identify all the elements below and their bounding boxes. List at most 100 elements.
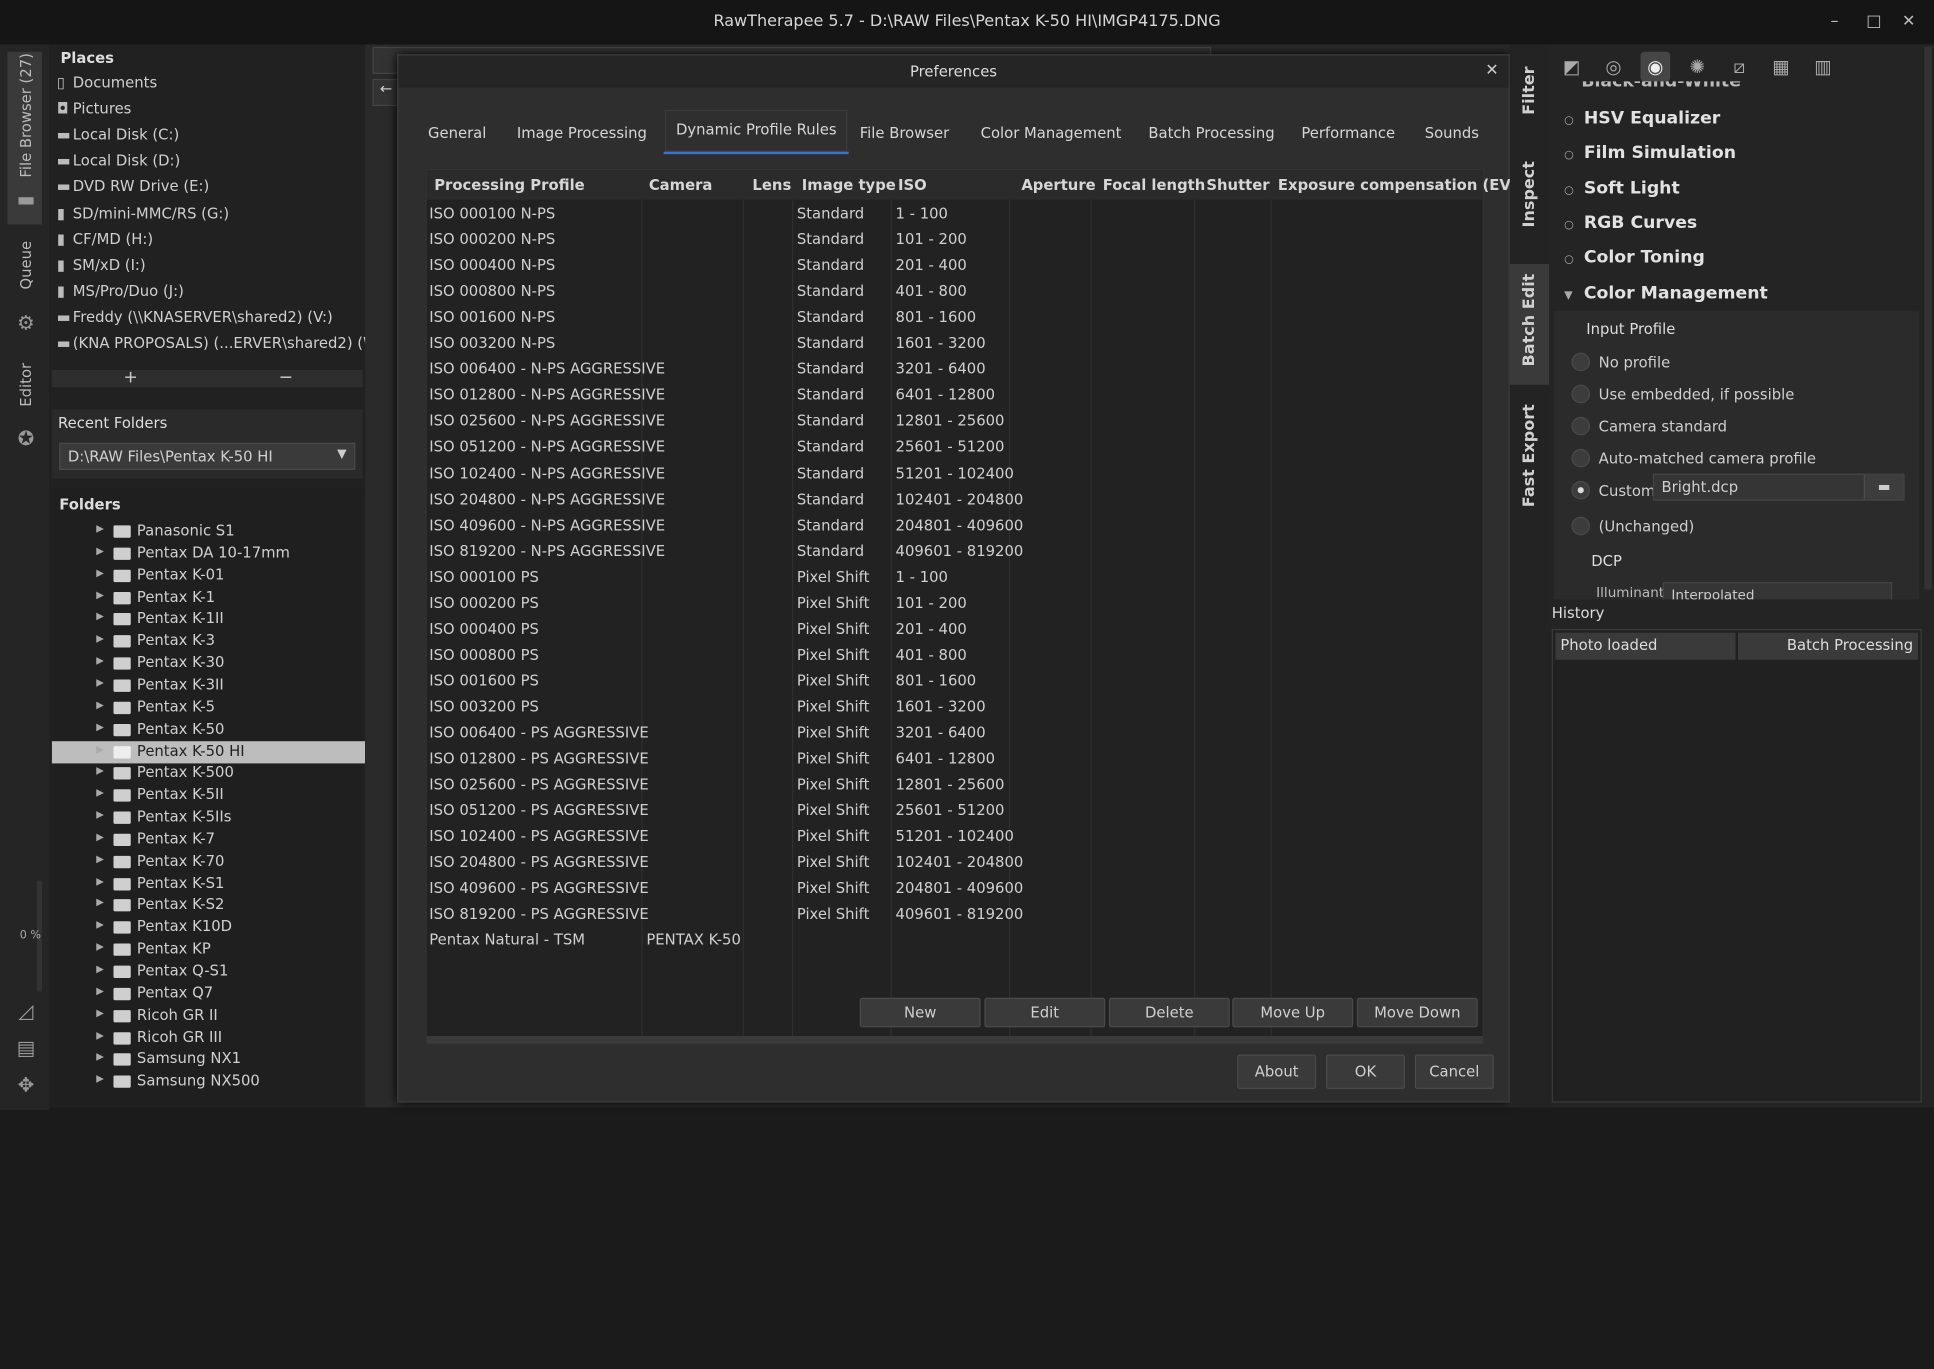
table-row[interactable]: ISO 819200 - N-PS AGGRESSIVE Standard 4096…: [427, 537, 1483, 563]
column-header[interactable]: Exposure compensation (EV): [1278, 176, 1518, 193]
table-row[interactable]: ISO 051200 - N-PS AGGRESSIVE Standard 2560…: [427, 433, 1483, 459]
table-row[interactable]: ISO 000200 N-PS Standard 101 - 200: [427, 226, 1483, 252]
place-item[interactable]: ▮ SD/mini-MMC/RS (G:): [57, 204, 229, 221]
expand-arrow-icon[interactable]: ▶: [96, 567, 104, 578]
expand-arrow-icon[interactable]: ▶: [96, 765, 104, 776]
folder-item[interactable]: ▶ Pentax K-S1: [52, 873, 365, 895]
expand-arrow-icon[interactable]: ▶: [96, 831, 104, 842]
place-item[interactable]: ▬ Local Disk (C:): [57, 126, 179, 143]
folder-item[interactable]: ▶ Pentax K-5IIs: [52, 807, 365, 829]
table-row[interactable]: ISO 000200 PS Pixel Shift 101 - 200: [427, 589, 1483, 615]
send-to-editor-icon[interactable]: ◿: [15, 999, 37, 1022]
table-row[interactable]: ISO 006400 - PS AGGRESSIVE Pixel Shift 320…: [427, 719, 1483, 745]
expand-arrow-icon[interactable]: ▶: [96, 523, 104, 534]
radio-button[interactable]: [1571, 416, 1590, 436]
open-file-icon[interactable]: ▬: [1863, 474, 1904, 500]
table-row[interactable]: ISO 003200 N-PS Standard 1601 - 3200: [427, 330, 1483, 356]
cancel-button[interactable]: Cancel: [1414, 1054, 1494, 1090]
history-photo-loaded[interactable]: Photo loaded: [1555, 632, 1736, 660]
expand-arrow-icon[interactable]: ▶: [96, 919, 104, 930]
expand-arrow-icon[interactable]: ▶: [96, 589, 104, 600]
column-header[interactable]: Focal length: [1103, 176, 1206, 193]
tab-performance[interactable]: Performance: [1301, 125, 1395, 142]
place-item[interactable]: ▬ DVD RW Drive (E:): [57, 178, 209, 195]
new-button[interactable]: New: [859, 997, 981, 1028]
folder-item[interactable]: ▶ Panasonic S1: [52, 520, 365, 542]
expand-arrow-icon[interactable]: ▶: [96, 809, 104, 820]
expand-arrow-icon[interactable]: ▶: [96, 699, 104, 710]
expand-arrow-icon[interactable]: ▶: [96, 1007, 104, 1018]
tool-color-management[interactable]: ▼ Color Management: [1564, 283, 1768, 303]
table-row[interactable]: ISO 102400 - N-PS AGGRESSIVE Standard 5120…: [427, 459, 1483, 485]
column-header[interactable]: Image type: [802, 176, 896, 193]
place-item[interactable]: ▮ MS/Pro/Duo (J:): [57, 282, 184, 299]
place-item[interactable]: ▬ (KNA PROPOSALS) (...ERVER\shared2) (W:): [57, 334, 388, 351]
dynamic-profile-rules-table[interactable]: Processing Profile Camera Lens Image type IS…: [425, 168, 1518, 1045]
move-up-button[interactable]: Move Up: [1232, 997, 1354, 1028]
tab-general[interactable]: General: [428, 125, 486, 142]
tab-batch-processing[interactable]: Batch Processing: [1148, 125, 1274, 142]
folder-item[interactable]: ▶ Pentax K-3II: [52, 675, 365, 697]
folder-item[interactable]: ▶ Pentax K-5: [52, 697, 365, 719]
folder-item[interactable]: ▶ Pentax K-7: [52, 829, 365, 851]
tool-rgb-curves[interactable]: ○ RGB Curves: [1564, 213, 1697, 233]
expand-arrow-icon[interactable]: ▶: [96, 985, 104, 996]
table-row[interactable]: ISO 204800 - PS AGGRESSIVE Pixel Shift 102…: [427, 849, 1483, 875]
folder-item[interactable]: ▶ Pentax K-70: [52, 851, 365, 873]
tool-hsv-equalizer[interactable]: ○ HSV Equalizer: [1564, 109, 1720, 129]
ok-button[interactable]: OK: [1326, 1054, 1405, 1090]
close-button[interactable]: ✕: [1902, 12, 1915, 30]
folder-item[interactable]: ▶ Pentax K-5II: [52, 785, 365, 807]
tab-file-browser[interactable]: File Browser: [860, 125, 949, 142]
table-row[interactable]: ISO 000800 N-PS Standard 401 - 800: [427, 278, 1483, 304]
transform-icon[interactable]: ⧄: [1724, 52, 1754, 82]
expand-arrow-icon[interactable]: ▶: [96, 787, 104, 798]
horizontal-scrollbar[interactable]: [426, 1035, 1483, 1044]
expand-arrow-icon[interactable]: ▶: [96, 963, 104, 974]
history-batch-processing[interactable]: Batch Processing: [1738, 632, 1919, 660]
column-header[interactable]: Lens: [752, 176, 791, 193]
back-button[interactable]: ←: [372, 78, 400, 107]
folder-item[interactable]: ▶ Pentax K-50 HI: [51, 740, 366, 763]
move-icon[interactable]: ✥: [15, 1073, 37, 1096]
maximize-button[interactable]: □: [1866, 12, 1881, 30]
delete-button[interactable]: Delete: [1108, 997, 1230, 1028]
table-row[interactable]: ISO 000100 PS Pixel Shift 1 - 100: [427, 563, 1483, 589]
expand-arrow-icon[interactable]: ▶: [96, 875, 104, 886]
advanced-icon[interactable]: ✺: [1682, 52, 1712, 82]
radio-button[interactable]: [1571, 516, 1590, 536]
table-row[interactable]: ISO 102400 - PS AGGRESSIVE Pixel Shift 512…: [427, 823, 1483, 849]
table-row[interactable]: ISO 000800 PS Pixel Shift 401 - 800: [427, 641, 1483, 667]
folder-item[interactable]: ▶ Pentax K-01: [52, 564, 365, 586]
expand-arrow-icon[interactable]: ▶: [96, 655, 104, 666]
tab-color-management[interactable]: Color Management: [981, 125, 1122, 142]
tool-color-toning[interactable]: ○ Color Toning: [1564, 248, 1705, 268]
dialog-close-button[interactable]: ✕: [1485, 62, 1498, 80]
folder-item[interactable]: ▶ Pentax K-1II: [52, 608, 365, 630]
expand-arrow-icon[interactable]: ▶: [96, 743, 104, 754]
expand-arrow-icon[interactable]: ▶: [96, 1029, 104, 1040]
radio-button[interactable]: [1571, 448, 1590, 468]
history-list[interactable]: Photo loaded Batch Processing: [1551, 628, 1922, 1103]
expand-arrow-icon[interactable]: ▶: [96, 897, 104, 908]
folder-item[interactable]: ▶ Pentax DA 10-17mm: [52, 542, 365, 564]
folder-item[interactable]: ▶ Pentax K10D: [52, 917, 365, 939]
place-item[interactable]: ▮ SM/xD (I:): [57, 256, 146, 273]
table-row[interactable]: ISO 000100 N-PS Standard 1 - 100: [427, 200, 1483, 226]
expand-arrow-icon[interactable]: ▶: [96, 677, 104, 688]
table-row[interactable]: ISO 025600 - N-PS AGGRESSIVE Standard 1280…: [427, 407, 1483, 433]
folder-item[interactable]: ▶ Pentax K-1: [52, 586, 365, 608]
expand-arrow-icon[interactable]: ▶: [96, 853, 104, 864]
folder-item[interactable]: ▶ Pentax K-30: [52, 653, 365, 675]
table-row[interactable]: ISO 409600 - PS AGGRESSIVE Pixel Shift 204…: [427, 875, 1483, 901]
detail-icon[interactable]: ◎: [1599, 52, 1629, 82]
tab-dynamic-profile-rules[interactable]: Dynamic Profile Rules: [663, 109, 850, 155]
color-icon[interactable]: ◉: [1640, 51, 1671, 82]
table-row[interactable]: ISO 409600 - N-PS AGGRESSIVE Standard 2048…: [427, 511, 1483, 537]
table-row[interactable]: ISO 012800 - PS AGGRESSIVE Pixel Shift 640…: [427, 745, 1483, 771]
exposure-icon[interactable]: ◩: [1557, 52, 1587, 82]
about-button[interactable]: About: [1237, 1054, 1317, 1090]
expand-arrow-icon[interactable]: ▶: [96, 545, 104, 556]
add-place-button[interactable]: +: [123, 368, 137, 388]
table-row[interactable]: ISO 819200 - PS AGGRESSIVE Pixel Shift 409…: [427, 901, 1483, 927]
